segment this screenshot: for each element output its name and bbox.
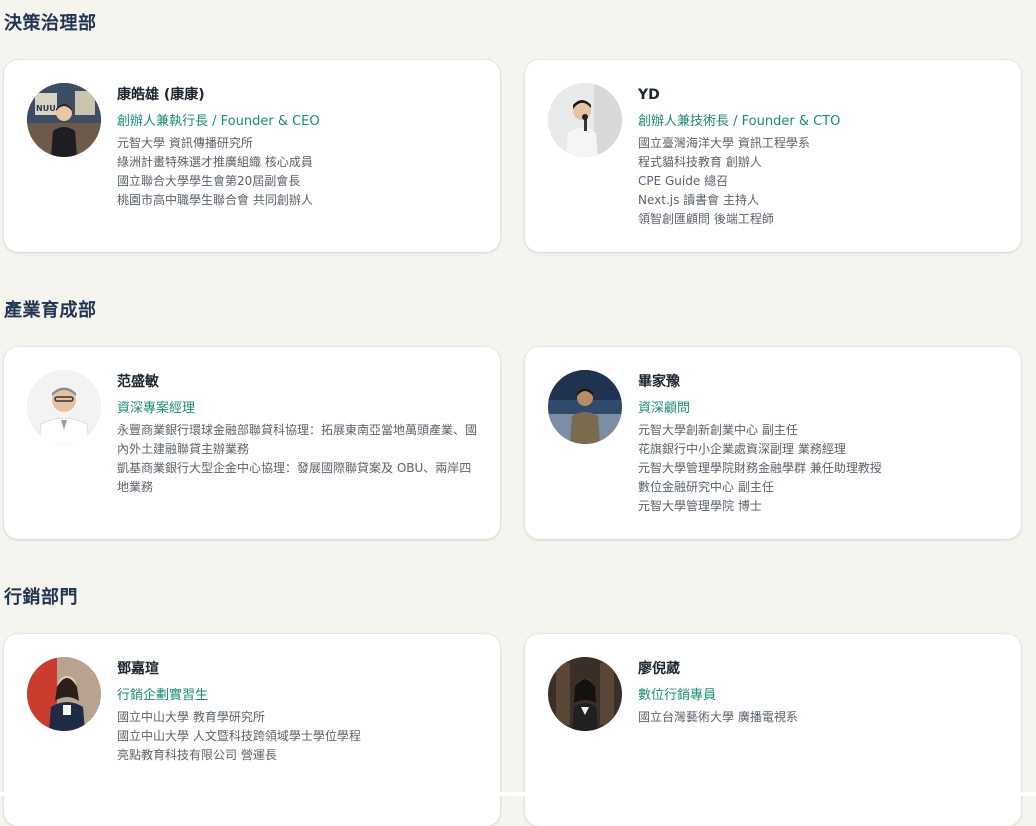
member-name: 范盛敏 [117,374,159,390]
member-info: YD 創辦人兼技術長 / Founder & CTO 國立臺灣海洋大學 資訊工程… [638,84,1003,229]
bio-line: 國立中山大學 人文暨科技跨領域學士學位學程 [117,729,361,743]
member-bio: 國立台灣藝術大學 廣播電視系 [638,708,1003,727]
bio-line: 國立台灣藝術大學 廣播電視系 [638,710,798,724]
bio-line: 花旗銀行中小企業處資深副理 業務經理 [638,442,846,456]
avatar [548,83,622,157]
avatar-logo-text: NUU [36,104,56,113]
bio-line: 亮點教育科技有限公司 營運長 [117,748,277,762]
bio-line: 國立聯合大學學生會第20屆副會長 [117,174,301,188]
member-name: YD [638,87,660,103]
member-role: 資深專案經理 [117,401,196,416]
bio-line: 元智大學管理學院財務金融學群 兼任助理教授 [638,461,882,475]
bio-line: 國立中山大學 教育學研究所 [117,710,265,724]
member-card: YD 創辦人兼技術長 / Founder & CTO 國立臺灣海洋大學 資訊工程… [525,60,1021,252]
member-info: 廖倪葳 數位行銷專員 國立台灣藝術大學 廣播電視系 [638,658,1003,727]
member-card: 廖倪葳 數位行銷專員 國立台灣藝術大學 廣播電視系 [525,634,1021,826]
section-title: 行銷部門 [4,587,78,608]
member-bio: 元智大學創新創業中心 副主任 花旗銀行中小企業處資深副理 業務經理 元智大學管理… [638,421,1003,516]
member-role: 數位行銷專員 [638,688,717,703]
member-info: 范盛敏 資深專案經理 永豐商業銀行環球金融部聯貸科協理：拓展東南亞當地萬頭產業、… [117,371,482,497]
bio-line: 數位金融研究中心 副主任 [638,480,774,494]
bio-line: CPE Guide 總召 [638,174,729,188]
avatar [27,370,101,444]
bio-line: 程式貓科技教育 創辦人 [638,155,762,169]
member-info: 康皓雄 (康康) 創辦人兼執行長 / Founder & CEO 元智大學 資訊… [117,84,482,210]
member-role: 創辦人兼執行長 / Founder & CEO [117,114,320,129]
member-card: 畢家豫 資深顧問 元智大學創新創業中心 副主任 花旗銀行中小企業處資深副理 業務… [525,347,1021,539]
member-name: 康皓雄 (康康) [117,87,205,103]
bio-line: 國立臺灣海洋大學 資訊工程學系 [638,136,810,150]
member-role: 行銷企劃實習生 [117,688,209,703]
section-title: 決策治理部 [4,13,97,34]
avatar [548,657,622,731]
bio-line: Next.js 讀書會 主持人 [638,193,759,207]
member-card: NUU 康皓雄 (康康) 創辦人兼執行長 / Founder & CEO 元智大… [4,60,500,252]
avatar [27,657,101,731]
member-info: 鄧嘉瑄 行銷企劃實習生 國立中山大學 教育學研究所 國立中山大學 人文暨科技跨領… [117,658,482,765]
bio-line: 元智大學管理學院 博士 [638,499,762,513]
member-name: 畢家豫 [638,374,680,390]
bio-line: 凱基商業銀行大型企金中心協理：發展國際聯貸案及 OBU、兩岸四地業務 [117,461,472,494]
member-name: 廖倪葳 [638,661,680,677]
bio-line: 領智創匯顧問 後端工程師 [638,212,774,226]
bio-line: 桃園市高中職學生聯合會 共同創辦人 [117,193,313,207]
member-name: 鄧嘉瑄 [117,661,159,677]
avatar: NUU [27,83,101,157]
avatar [548,370,622,444]
member-card: 范盛敏 資深專案經理 永豐商業銀行環球金融部聯貸科協理：拓展東南亞當地萬頭產業、… [4,347,500,539]
member-bio: 元智大學 資訊傳播研究所 綠洲計畫特殊選才推廣組織 核心成員 國立聯合大學學生會… [117,134,482,210]
page-bottom-edge [0,792,1036,796]
bio-line: 永豐商業銀行環球金融部聯貸科協理：拓展東南亞當地萬頭產業、國內外土建融聯貸主辦業… [117,423,478,456]
member-bio: 永豐商業銀行環球金融部聯貸科協理：拓展東南亞當地萬頭產業、國內外土建融聯貸主辦業… [117,421,482,497]
bio-line: 元智大學創新創業中心 副主任 [638,423,798,437]
bio-line: 綠洲計畫特殊選才推廣組織 核心成員 [117,155,313,169]
section-title: 產業育成部 [4,300,97,321]
member-role: 資深顧問 [638,401,691,416]
member-card: 鄧嘉瑄 行銷企劃實習生 國立中山大學 教育學研究所 國立中山大學 人文暨科技跨領… [4,634,500,826]
member-info: 畢家豫 資深顧問 元智大學創新創業中心 副主任 花旗銀行中小企業處資深副理 業務… [638,371,1003,516]
member-bio: 國立中山大學 教育學研究所 國立中山大學 人文暨科技跨領域學士學位學程 亮點教育… [117,708,482,765]
member-role: 創辦人兼技術長 / Founder & CTO [638,114,841,129]
member-bio: 國立臺灣海洋大學 資訊工程學系 程式貓科技教育 創辦人 CPE Guide 總召… [638,134,1003,229]
bio-line: 元智大學 資訊傳播研究所 [117,136,253,150]
